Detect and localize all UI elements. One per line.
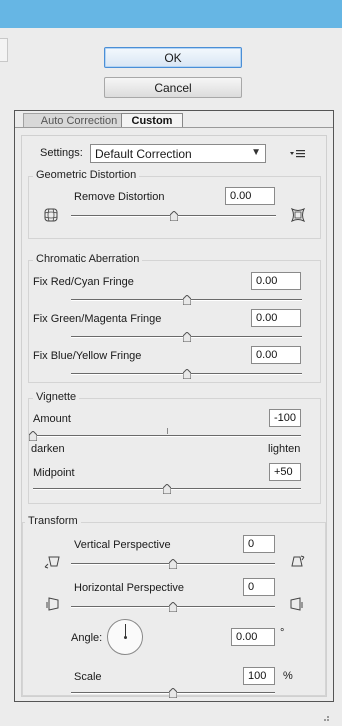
cancel-button[interactable]: Cancel <box>104 77 242 98</box>
transform-group: Transform Vertical Perspective 0 Horizon… <box>22 515 326 698</box>
slider-knob[interactable] <box>169 688 177 698</box>
lighten-label: lighten <box>268 443 301 455</box>
slider-knob[interactable] <box>182 369 191 379</box>
lens-correction-panel: Auto Correction Custom Settings: Default… <box>14 110 334 702</box>
resize-grip-icon[interactable] <box>322 716 330 722</box>
scale-unit: % <box>283 670 293 682</box>
slider-knob[interactable] <box>169 559 177 569</box>
pincushion-distortion-icon[interactable] <box>291 208 305 222</box>
red-cyan-fringe-input[interactable]: 0.00 <box>251 272 301 290</box>
vertical-perspective-label: Vertical Perspective <box>74 539 171 551</box>
angle-unit: ° <box>280 627 285 639</box>
horizontal-perspective-label: Horizontal Perspective <box>74 582 185 594</box>
window-title-bar <box>0 0 342 28</box>
vignette-amount-label: Amount <box>33 413 71 425</box>
vignette-midpoint-label: Midpoint <box>33 467 75 479</box>
chevron-down-icon: ▼ <box>251 147 261 158</box>
red-cyan-fringe-slider[interactable] <box>71 295 302 305</box>
slider-knob[interactable] <box>182 295 191 305</box>
blue-yellow-fringe-label: Fix Blue/Yellow Fringe <box>33 350 142 362</box>
geometric-distortion-title: Geometric Distortion <box>33 169 140 181</box>
green-magenta-fringe-slider[interactable] <box>71 332 302 342</box>
vignette-midpoint-slider[interactable] <box>33 484 301 494</box>
geometric-distortion-group: Geometric Distortion Remove Distortion 0… <box>28 169 321 239</box>
vignette-amount-slider[interactable] <box>29 428 301 441</box>
green-magenta-fringe-input[interactable]: 0.00 <box>251 309 301 327</box>
slider-knob[interactable] <box>182 332 191 342</box>
settings-label: Settings: <box>40 147 83 159</box>
tab-custom[interactable]: Custom <box>121 113 183 128</box>
slider-knob[interactable] <box>29 431 37 441</box>
angle-label: Angle: <box>71 632 103 644</box>
vertical-perspective-slider[interactable] <box>71 559 275 569</box>
settings-dropdown[interactable]: Default Correction ▼ <box>90 144 266 163</box>
slider-center-tick <box>167 428 168 434</box>
horizontal-perspective-slider[interactable] <box>71 602 275 612</box>
tab-divider <box>15 127 333 128</box>
blue-yellow-fringe-slider[interactable] <box>71 369 302 379</box>
slider-knob[interactable] <box>169 602 177 612</box>
angle-input[interactable]: 0.00 <box>231 628 275 646</box>
ok-button[interactable]: OK <box>104 47 242 68</box>
angle-dial[interactable] <box>107 619 143 655</box>
red-cyan-fringe-label: Fix Red/Cyan Fringe <box>33 276 134 288</box>
left-edge-panel <box>0 38 8 62</box>
vertical-perspective-input[interactable]: 0 <box>243 535 275 553</box>
chromatic-aberration-group: Chromatic Aberration Fix Red/Cyan Fringe… <box>28 253 321 383</box>
chromatic-aberration-title: Chromatic Aberration <box>33 253 143 265</box>
vignette-amount-input[interactable]: -100 <box>269 409 301 427</box>
flyout-menu-icon[interactable] <box>290 149 306 159</box>
slider-track <box>33 435 301 437</box>
vignette-midpoint-input[interactable]: +50 <box>269 463 301 481</box>
horizontal-perspective-left-icon[interactable] <box>45 596 61 612</box>
horizontal-perspective-input[interactable]: 0 <box>243 578 275 596</box>
vertical-perspective-left-icon[interactable] <box>44 555 62 569</box>
darken-label: darken <box>31 443 65 455</box>
blue-yellow-fringe-input[interactable]: 0.00 <box>251 346 301 364</box>
remove-distortion-slider[interactable] <box>71 211 276 221</box>
transform-title: Transform <box>25 515 81 527</box>
green-magenta-fringe-label: Fix Green/Magenta Fringe <box>33 313 162 325</box>
angle-dial-hub <box>124 636 127 639</box>
panel-tabs: Auto Correction Custom <box>15 111 333 128</box>
scale-slider[interactable] <box>71 688 275 698</box>
scale-input[interactable]: 100 <box>243 667 275 685</box>
vignette-title: Vignette <box>33 391 80 403</box>
remove-distortion-label: Remove Distortion <box>74 191 165 203</box>
custom-tab-content: Settings: Default Correction ▼ Geometric… <box>21 135 327 698</box>
barrel-distortion-icon[interactable] <box>44 208 58 222</box>
tab-auto-correction[interactable]: Auto Correction <box>23 113 135 128</box>
remove-distortion-input[interactable]: 0.00 <box>225 187 275 205</box>
scale-label: Scale <box>74 671 102 683</box>
slider-knob[interactable] <box>169 211 178 221</box>
vignette-group: Vignette Amount -100 darken lighten Midp… <box>28 391 321 504</box>
slider-knob[interactable] <box>163 484 171 494</box>
horizontal-perspective-right-icon[interactable] <box>288 596 304 612</box>
vertical-perspective-right-icon[interactable] <box>287 555 305 569</box>
settings-value: Default Correction <box>95 146 192 161</box>
